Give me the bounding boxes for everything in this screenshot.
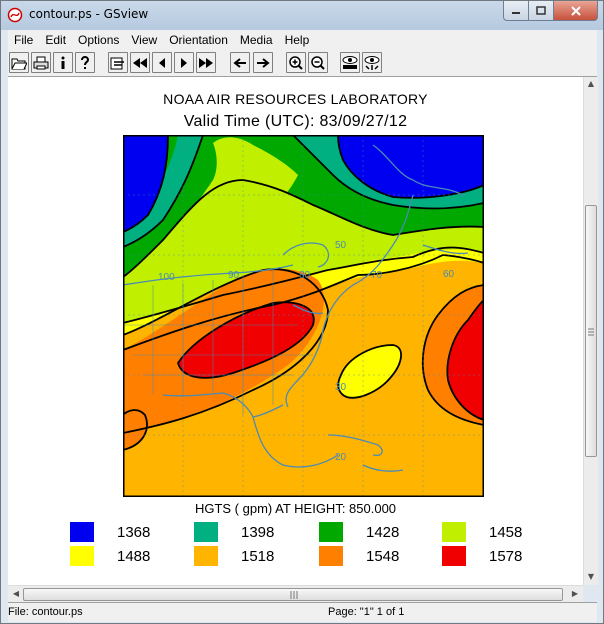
- goto-page-button[interactable]: [108, 52, 128, 73]
- scroll-right-icon[interactable]: ▶: [568, 589, 582, 598]
- help-button[interactable]: [75, 52, 95, 73]
- printer-icon: [33, 56, 49, 69]
- folder-open-icon: [11, 58, 27, 69]
- last-page-button[interactable]: [196, 52, 216, 73]
- eye-icon: [364, 55, 380, 70]
- pointing-hand-icon: [110, 57, 124, 69]
- info-icon: [61, 56, 65, 69]
- vertical-scroll-thumb[interactable]: [585, 205, 597, 457]
- menu-media[interactable]: Media: [234, 33, 279, 47]
- legend-swatch: [442, 546, 466, 566]
- menu-orientation[interactable]: Orientation: [163, 33, 234, 47]
- page-title: NOAA AIR RESOURCES LABORATORY: [163, 91, 428, 107]
- contour-label: 100: [158, 272, 175, 283]
- legend-label: 1458: [489, 523, 523, 541]
- gsview-app-icon: [7, 7, 23, 23]
- horizontal-scroll-thumb[interactable]: [23, 588, 563, 601]
- contour-label: 90: [228, 270, 240, 281]
- menu-help[interactable]: Help: [279, 33, 316, 47]
- menu-view[interactable]: View: [125, 33, 163, 47]
- scroll-up-icon[interactable]: ▲: [584, 79, 598, 88]
- zoom-out-icon: [311, 55, 325, 70]
- valid-time-subtitle: Valid Time (UTC): 83/09/27/12: [183, 113, 408, 130]
- horizontal-scrollbar[interactable]: ◀ ▶: [8, 585, 583, 603]
- scroll-left-icon[interactable]: ◀: [9, 589, 23, 598]
- document-view[interactable]: NOAA AIR RESOURCES LABORATORY Valid Time…: [8, 77, 583, 585]
- zoom-in-icon: [289, 55, 303, 70]
- legend-label: 1578: [489, 547, 523, 565]
- legend-item: 1398: [194, 522, 274, 542]
- contour-label: 70: [371, 270, 383, 281]
- legend-item: 1458: [442, 522, 522, 542]
- menu-options[interactable]: Options: [72, 33, 125, 47]
- arrow-right-icon: [257, 57, 270, 68]
- legend-item: 1488: [70, 546, 150, 566]
- contour-label: 20: [335, 452, 347, 463]
- legend-label: 1368: [117, 523, 151, 541]
- minimize-button[interactable]: [503, 1, 529, 21]
- back-button[interactable]: [230, 52, 250, 73]
- zoom-out-button[interactable]: [308, 52, 328, 73]
- title-bar[interactable]: contour.ps - GSview: [1, 1, 603, 30]
- triangle-left-icon: [159, 57, 165, 68]
- legend-label: 1548: [366, 547, 400, 565]
- maximize-button[interactable]: [528, 1, 554, 21]
- show-graphics-button[interactable]: [362, 52, 382, 73]
- gsview-window: contour.ps - GSview File Edit Options Vi…: [0, 0, 604, 624]
- legend-item: 1428: [319, 522, 399, 542]
- triangle-right-icon: [181, 57, 187, 68]
- previous-page-button[interactable]: [152, 52, 172, 73]
- close-button[interactable]: [553, 1, 598, 21]
- legend-swatch: [70, 522, 94, 542]
- legend-item: 1548: [319, 546, 399, 566]
- show-text-button[interactable]: [340, 52, 360, 73]
- zoom-in-button[interactable]: [286, 52, 306, 73]
- legend-label: 1428: [366, 523, 400, 541]
- grip-icon: [290, 591, 298, 599]
- legend-swatch: [194, 546, 218, 566]
- close-icon: [570, 5, 581, 16]
- question-mark-icon: [81, 55, 90, 69]
- vertical-scrollbar[interactable]: ▲ ▼: [583, 77, 598, 585]
- legend-swatch: [319, 546, 343, 566]
- legend-swatch: [319, 522, 343, 542]
- legend-item: 1518: [194, 546, 274, 566]
- open-button[interactable]: [9, 52, 29, 73]
- contour-label: 80: [299, 270, 311, 281]
- menu-bar: File Edit Options View Orientation Media…: [8, 30, 597, 50]
- legend-swatch: [70, 546, 94, 566]
- eye-abc-icon: [342, 55, 358, 69]
- toolbar: [8, 50, 597, 77]
- fast-forward-icon: [199, 57, 213, 68]
- legend-item: 1578: [442, 546, 522, 566]
- arrow-left-icon: [233, 57, 246, 68]
- rewind-icon: [133, 57, 147, 68]
- contour-label: 60: [443, 269, 455, 280]
- info-button[interactable]: [53, 52, 73, 73]
- contour-label: 50: [335, 240, 347, 251]
- status-file: File: contour.ps: [8, 606, 83, 618]
- legend-label: 1398: [241, 523, 275, 541]
- contour-map: 50 70 60 100 90 80 30 20: [123, 135, 484, 497]
- menu-edit[interactable]: Edit: [39, 33, 72, 47]
- legend-swatch: [442, 522, 466, 542]
- status-page: Page: "1" 1 of 1: [328, 606, 405, 618]
- print-button[interactable]: [31, 52, 51, 73]
- maximize-icon: [536, 6, 546, 15]
- first-page-button[interactable]: [130, 52, 150, 73]
- legend-label: 1518: [241, 547, 275, 565]
- minimize-icon: [512, 11, 520, 14]
- forward-button[interactable]: [253, 52, 273, 73]
- legend-swatch: [194, 522, 218, 542]
- menu-file[interactable]: File: [8, 33, 39, 47]
- contour-label: 30: [335, 382, 347, 393]
- next-page-button[interactable]: [174, 52, 194, 73]
- legend-item: 1368: [70, 522, 150, 542]
- status-bar: File: contour.ps Page: "1" 1 of 1: [8, 602, 597, 622]
- window-title: contour.ps - GSview: [29, 7, 149, 21]
- field-label: HGTS ( gpm) AT HEIGHT: 850.000: [194, 501, 397, 516]
- legend-label: 1488: [117, 547, 151, 565]
- grip-icon: [588, 328, 594, 336]
- scroll-down-icon[interactable]: ▼: [584, 572, 598, 581]
